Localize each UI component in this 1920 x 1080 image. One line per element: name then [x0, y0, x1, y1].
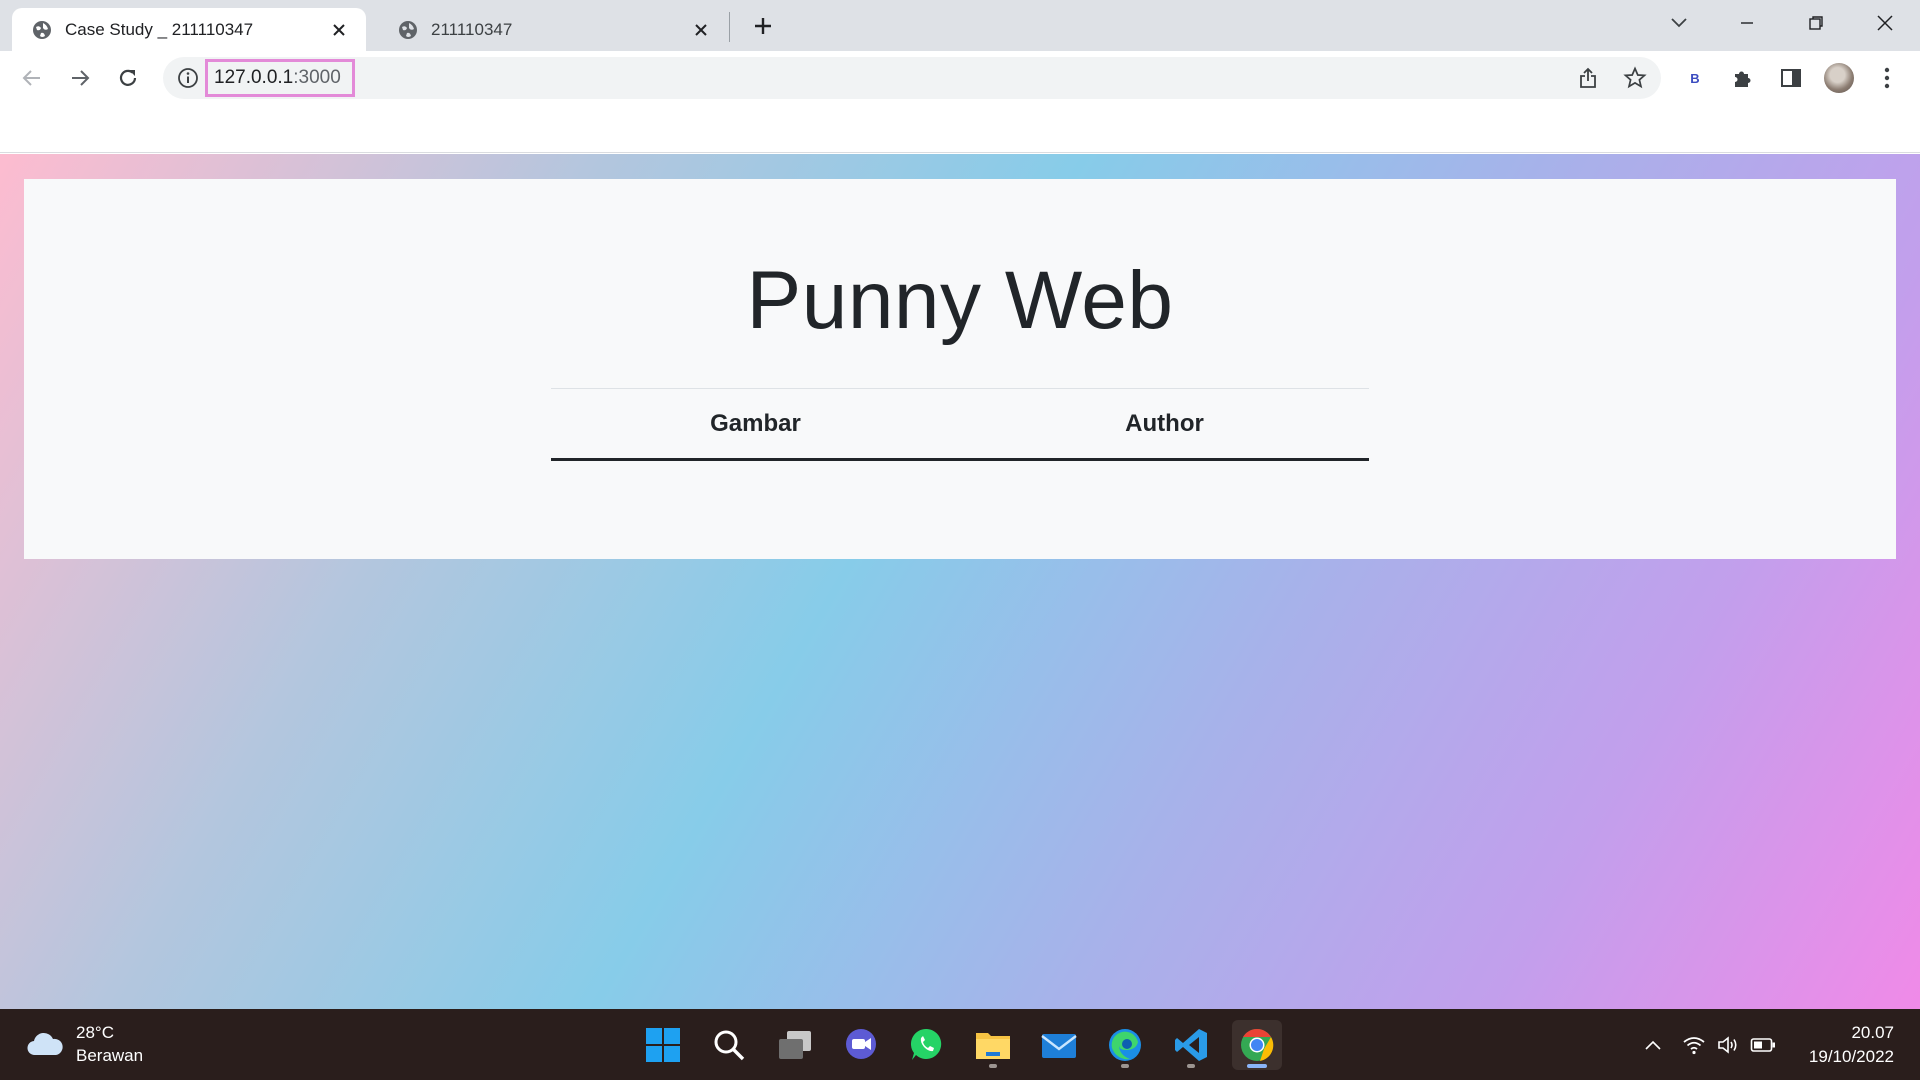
clock-date: 19/10/2022 [1808, 1047, 1894, 1066]
column-header-author: Author [1125, 409, 1204, 437]
content-card: Punny Web Gambar Author [24, 179, 1896, 559]
arrow-left-icon [22, 70, 40, 86]
start-button[interactable] [638, 1020, 688, 1070]
plus-icon [755, 18, 771, 34]
restore-icon [1809, 16, 1823, 30]
tab-case-study[interactable]: Case Study _ 211110347 [12, 8, 366, 51]
vscode-icon [1175, 1029, 1207, 1061]
extension-b-button[interactable]: B [1680, 63, 1710, 93]
search-icon [714, 1030, 745, 1061]
close-icon [1877, 15, 1893, 31]
star-icon [1623, 66, 1647, 89]
info-icon[interactable] [177, 67, 199, 89]
weather-widget[interactable]: 28°C Berawan [26, 1021, 143, 1067]
folder-icon [976, 1033, 1010, 1059]
active-indicator [1247, 1064, 1267, 1068]
vscode-button[interactable] [1166, 1020, 1216, 1070]
task-view-icon [779, 1031, 811, 1059]
forward-button[interactable] [62, 60, 98, 96]
reload-icon [119, 69, 137, 86]
arrow-right-icon [72, 70, 90, 86]
chat-icon [846, 1029, 876, 1059]
extensions-button[interactable] [1728, 63, 1758, 93]
share-icon [1580, 67, 1596, 88]
url-port: :3000 [293, 67, 341, 88]
tab-title: Case Study _ 211110347 [65, 19, 254, 39]
system-clock[interactable]: 20.07 19/10/2022 [1809, 1021, 1894, 1069]
wifi-icon [1683, 1037, 1705, 1055]
menu-button[interactable] [1872, 63, 1902, 93]
url-host: 127.0.0.1 [214, 67, 294, 88]
mail-button[interactable] [1034, 1020, 1084, 1070]
whatsapp-icon [910, 1028, 942, 1060]
tab-211110347[interactable]: 211110347 [378, 8, 728, 51]
close-window-button[interactable] [1862, 6, 1908, 40]
chrome-icon [1241, 1028, 1274, 1061]
new-tab-button[interactable] [748, 11, 778, 41]
taskbar: 28°C Berawan 20.07 19/10/2022 [0, 1009, 1920, 1080]
teams-chat-button[interactable] [836, 1020, 886, 1070]
tab-title: 211110347 [431, 19, 513, 39]
extension-b-icon: B [1690, 70, 1700, 86]
globe-icon [33, 20, 51, 39]
minimize-icon [1741, 22, 1753, 24]
bookmark-star-button[interactable] [1623, 66, 1647, 90]
column-header-gambar: Gambar [710, 409, 801, 437]
bookmark-bar [0, 105, 1920, 153]
reload-button[interactable] [110, 60, 146, 96]
minimize-button[interactable] [1724, 6, 1770, 40]
page-background: Punny Web Gambar Author [0, 154, 1920, 1009]
restore-button[interactable] [1793, 6, 1839, 40]
chrome-button[interactable] [1232, 1020, 1282, 1070]
search-button[interactable] [704, 1020, 754, 1070]
running-indicator [1187, 1064, 1195, 1068]
puzzle-icon [1735, 71, 1751, 87]
battery-icon [1750, 1038, 1775, 1052]
weather-temperature: 28°C [76, 1023, 114, 1042]
windows-icon [646, 1028, 680, 1062]
address-bar[interactable]: 127.0.0.1:3000 [163, 57, 1661, 99]
globe-icon [399, 20, 417, 39]
page-title: Punny Web [746, 255, 1174, 346]
data-table: Gambar Author [551, 388, 1369, 461]
close-tab-icon[interactable] [690, 19, 712, 41]
battery-status[interactable] [1750, 1033, 1776, 1057]
back-button[interactable] [14, 60, 50, 96]
more-vert-icon [1884, 67, 1890, 89]
tab-divider [729, 12, 730, 42]
profile-avatar[interactable] [1824, 63, 1854, 93]
side-panel-icon [1781, 69, 1801, 87]
table-header-row: Gambar Author [551, 389, 1369, 461]
edge-icon [1109, 1029, 1141, 1061]
tab-search-button[interactable] [1656, 6, 1702, 40]
mail-icon [1041, 1034, 1077, 1058]
share-button[interactable] [1576, 66, 1600, 90]
close-tab-icon[interactable] [328, 19, 350, 41]
browser-toolbar: 127.0.0.1:3000 B [0, 51, 1920, 105]
show-hidden-icons-button[interactable] [1640, 1033, 1666, 1057]
chevron-down-icon [1671, 18, 1687, 28]
running-indicator [989, 1064, 997, 1068]
wifi-status[interactable] [1681, 1033, 1707, 1057]
volume-status[interactable] [1715, 1033, 1741, 1057]
whatsapp-button[interactable] [902, 1020, 952, 1070]
side-panel-button[interactable] [1776, 63, 1806, 93]
edge-button[interactable] [1100, 1020, 1150, 1070]
url-text[interactable]: 127.0.0.1:3000 [205, 59, 355, 97]
weather-condition: Berawan [76, 1046, 144, 1065]
speaker-icon [1718, 1036, 1737, 1054]
clock-time: 20.07 [1851, 1023, 1894, 1042]
task-view-button[interactable] [770, 1020, 820, 1070]
chevron-up-icon [1645, 1040, 1661, 1050]
file-explorer-button[interactable] [968, 1020, 1018, 1070]
tab-strip: Case Study _ 211110347 211110347 [0, 0, 1920, 51]
cloud-icon [27, 1032, 63, 1056]
running-indicator [1121, 1064, 1129, 1068]
